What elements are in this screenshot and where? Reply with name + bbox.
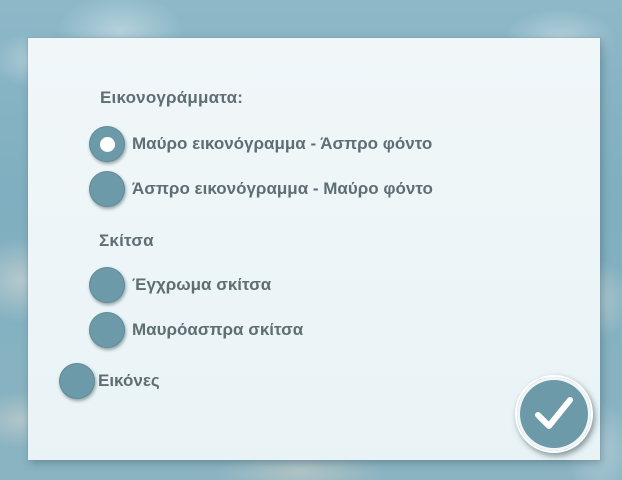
radio-button-selected[interactable] [89,126,125,162]
option-bw-sketches[interactable]: Μαυρόασπρα σκίτσα [89,312,303,348]
option-color-sketches[interactable]: Έγχρωμα σκίτσα [89,267,271,303]
radio-button[interactable] [89,267,125,303]
option-label: Άσπρο εικονόγραμμα - Μαύρο φόντο [132,179,433,198]
pictograms-heading: Εικονογράμματα: [100,88,244,107]
option-images[interactable]: Εικόνες [59,363,160,399]
radio-button[interactable] [89,171,125,207]
checkmark-icon [535,397,573,429]
option-label: Μαύρο εικονόγραμμα - Άσπρο φόντο [132,134,433,153]
sketches-heading: Σκίτσα [99,231,154,250]
option-black-pictogram-white-bg[interactable]: Μαύρο εικονόγραμμα - Άσπρο φόντο [89,126,432,162]
option-label: Εικόνες [98,371,160,390]
settings-dialog: Εικονογράμματα: Μαύρο εικονόγραμμα - Άσπ… [28,38,600,460]
option-label: Έγχρωμα σκίτσα [132,275,272,294]
option-label: Μαυρόασπρα σκίτσα [132,320,304,339]
radio-button[interactable] [89,312,125,348]
radio-button[interactable] [59,363,95,399]
option-white-pictogram-black-bg[interactable]: Άσπρο εικονόγραμμα - Μαύρο φόντο [89,171,433,207]
confirm-button[interactable] [515,375,593,453]
